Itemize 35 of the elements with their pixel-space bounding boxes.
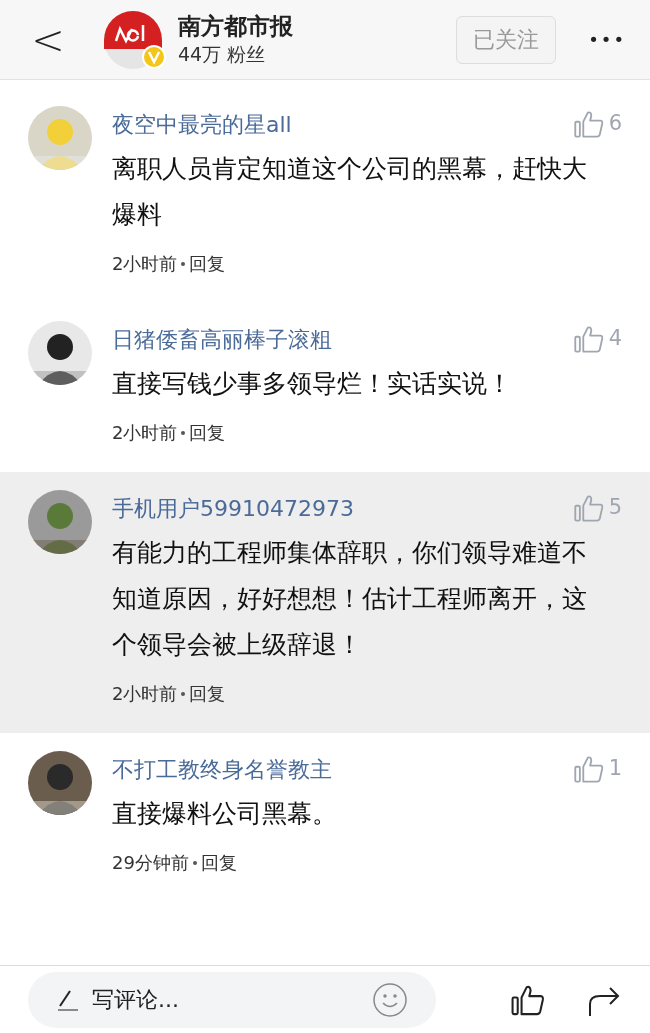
comment-text: 直接爆料公司黑幕。 xyxy=(112,798,338,830)
reply-link[interactable]: 回复 xyxy=(200,849,237,876)
back-button[interactable]: < xyxy=(24,9,72,70)
comment-text: 有能力的工程师集体辞职，你们领导难道不知道原因，好好想想！估计工程师离开，这个领导会被上级辞退！ xyxy=(112,537,588,661)
timestamp: 2小时前 xyxy=(112,682,178,706)
emoji-icon[interactable] xyxy=(372,981,408,1018)
reply-link[interactable]: 回复 xyxy=(189,250,226,277)
comment-input[interactable]: 写评论... xyxy=(92,983,372,1016)
like-count: 4 xyxy=(608,325,622,353)
like-count: 5 xyxy=(608,494,622,522)
account-name: 南方都市报 xyxy=(178,11,293,40)
dot-separator xyxy=(181,261,186,266)
timestamp: 2小时前 xyxy=(112,421,178,445)
reply-link[interactable]: 回复 xyxy=(189,419,226,446)
like-count: 1 xyxy=(608,755,622,783)
thumbs-up-icon[interactable] xyxy=(572,753,605,785)
dot-separator xyxy=(181,691,186,696)
user-name[interactable]: 手机用户59910472973 xyxy=(112,491,354,525)
timestamp: 29分钟前 xyxy=(112,851,189,875)
dot-separator xyxy=(192,860,197,865)
user-name[interactable]: 不打工教终身名誉教主 xyxy=(112,752,332,786)
like-count: 6 xyxy=(608,110,622,138)
reply-link[interactable]: 回复 xyxy=(189,680,226,707)
dot-separator xyxy=(181,430,186,435)
user-name[interactable]: 夜空中最亮的星all xyxy=(112,107,292,141)
comment-text: 离职人员肯定知道这个公司的黑幕，赶快大爆料 xyxy=(112,153,588,231)
follower-count: 44万 粉丝 xyxy=(178,41,267,67)
user-name[interactable]: 日猪倭畜高丽棒子滚粗 xyxy=(112,322,332,356)
comment-text: 直接写钱少事多领导烂！实话实说！ xyxy=(112,368,513,400)
thumbs-up-icon[interactable] xyxy=(572,323,605,355)
thumbs-up-icon[interactable] xyxy=(572,492,605,524)
timestamp: 2小时前 xyxy=(112,252,178,276)
more-button[interactable]: ••• xyxy=(588,26,626,53)
thumbs-up-icon[interactable] xyxy=(572,108,605,140)
comment-field[interactable]: 写评论... xyxy=(28,971,436,1028)
